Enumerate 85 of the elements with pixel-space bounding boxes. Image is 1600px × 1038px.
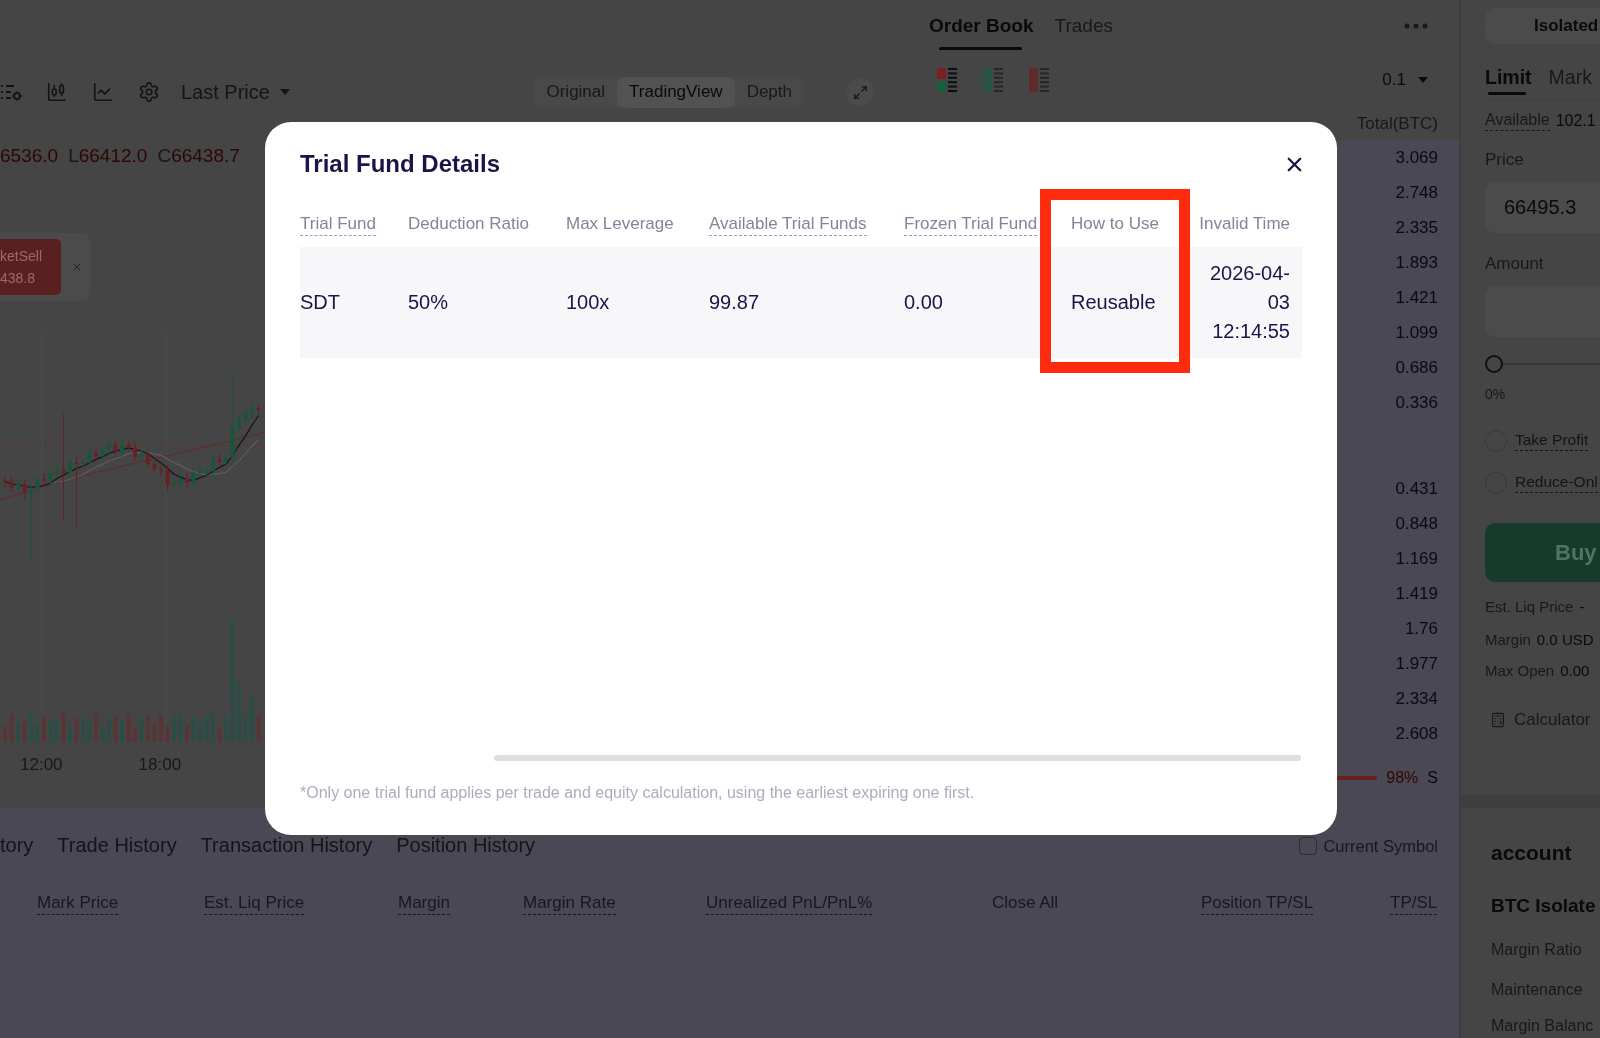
summary-value: 0.00 <box>1560 661 1590 679</box>
candlestick-icon[interactable] <box>46 81 68 103</box>
book-layout-icon <box>937 68 957 92</box>
history-tab[interactable]: Transaction History <box>200 833 373 859</box>
book-layout-button[interactable] <box>1029 68 1049 92</box>
column-header: Unrealized PnL/PnL% <box>706 893 873 915</box>
history-tab[interactable]: tory <box>0 833 34 859</box>
column-header: TP/SL <box>1390 893 1438 915</box>
expand-icon <box>852 84 868 100</box>
history-tab[interactable]: Position History <box>396 833 536 859</box>
ask-total: 0.336 <box>1395 392 1438 413</box>
order-book-tab[interactable]: Order Book <box>929 0 1034 52</box>
bid-total: 0.431 <box>1395 478 1438 499</box>
column-header: Available Trial Funds <box>709 214 867 236</box>
sell-side-label: S <box>1427 769 1438 787</box>
bid-total: 1.169 <box>1395 548 1438 569</box>
close-icon[interactable] <box>71 261 83 273</box>
ohlc-value: 66412.0 <box>78 145 148 166</box>
line-chart-icon[interactable] <box>92 81 114 103</box>
column-header: Frozen Trial Fund <box>904 214 1038 236</box>
column-header: Est. Liq Price <box>204 893 305 915</box>
column-header: Position TP/SL <box>1201 893 1314 915</box>
ask-total: 1.893 <box>1395 252 1438 273</box>
caret-icon <box>1418 77 1428 83</box>
bid-total: 1.977 <box>1395 653 1438 674</box>
bid-total: 2.608 <box>1395 723 1438 744</box>
account-mode: BTC Isolate <box>1491 895 1597 917</box>
dialog-title: Trial Fund Details <box>300 150 501 178</box>
calculator-icon <box>1490 712 1506 728</box>
ask-total: 1.099 <box>1395 322 1438 343</box>
table-cell: 50% <box>408 247 566 358</box>
table-cell: 2026-04-03 12:14:55 <box>1196 247 1302 358</box>
bid-total: 1.76 <box>1404 618 1438 639</box>
precision-dropdown[interactable]: 0.1 <box>1382 70 1428 90</box>
order-tag-text: 438.8 <box>0 270 37 286</box>
summary-value: 0.0 USD <box>1536 630 1594 648</box>
table-cell: 100x <box>566 247 709 358</box>
view-tab[interactable]: TradingView <box>617 76 735 108</box>
column-header: How to Use <box>1071 214 1159 235</box>
ask-total: 0.686 <box>1395 357 1438 378</box>
column-header: Margin <box>398 893 450 915</box>
margin-mode-button[interactable]: Isolated <box>1485 8 1600 44</box>
checkbox[interactable] <box>1299 837 1318 855</box>
buy-button[interactable]: Buy <box>1485 523 1600 582</box>
slider-handle[interactable] <box>1485 355 1503 373</box>
account-title: account <box>1491 841 1573 865</box>
table-cell: 99.87 <box>709 247 904 358</box>
column-header: Trial Fund <box>300 214 376 236</box>
table-cell: 0.00 <box>904 247 1071 358</box>
horizontal-scrollbar[interactable] <box>494 755 1301 761</box>
column-header: Margin Rate <box>523 893 616 915</box>
book-layout-icon <box>1029 68 1049 92</box>
price-input[interactable]: 66495.3 <box>1485 182 1600 233</box>
ask-total: 3.069 <box>1395 147 1438 168</box>
book-layout-button[interactable] <box>983 68 1003 92</box>
book-layout-button[interactable] <box>937 68 957 92</box>
footnote: *Only one trial fund applies per trade and equity calculation, using the earliest expiring one first. <box>300 783 976 803</box>
available-value: 102.1 <box>1555 112 1596 130</box>
order-tag-text: ketSell <box>0 248 44 264</box>
sell-ratio: 98% <box>1386 769 1419 787</box>
book-layout-icon <box>983 68 1003 92</box>
caret-icon <box>279 89 290 95</box>
column-header: Deduction Ratio <box>408 214 529 235</box>
bid-total: 1.419 <box>1395 583 1438 604</box>
more-icon <box>1404 23 1428 29</box>
column-header: Max Leverage <box>566 214 674 235</box>
column-header: Close All <box>992 893 1059 914</box>
ohlc-value: 66438.7 <box>171 145 240 166</box>
column-header: Invalid Time <box>1199 214 1290 235</box>
history-tab[interactable]: Trade History <box>57 833 177 859</box>
expand-button[interactable] <box>846 78 874 106</box>
bid-total: 0.848 <box>1395 513 1438 534</box>
settings-icon[interactable] <box>138 81 160 103</box>
ask-total: 2.335 <box>1395 217 1438 238</box>
table-cell: SDT <box>300 247 408 358</box>
order-type-tab[interactable]: Limit <box>1485 48 1532 95</box>
table-cell: Reusable <box>1071 247 1196 358</box>
ohlc-value: 6536.0 <box>0 145 59 166</box>
checkbox-label: Current Symbol <box>1323 836 1438 856</box>
column-header: Mark Price <box>37 893 119 915</box>
ask-total: 1.421 <box>1395 287 1438 308</box>
summary-value: - <box>1579 597 1585 615</box>
bid-total: 2.334 <box>1395 688 1438 709</box>
ask-total: 2.748 <box>1395 182 1438 203</box>
list-settings-icon[interactable] <box>0 82 22 102</box>
